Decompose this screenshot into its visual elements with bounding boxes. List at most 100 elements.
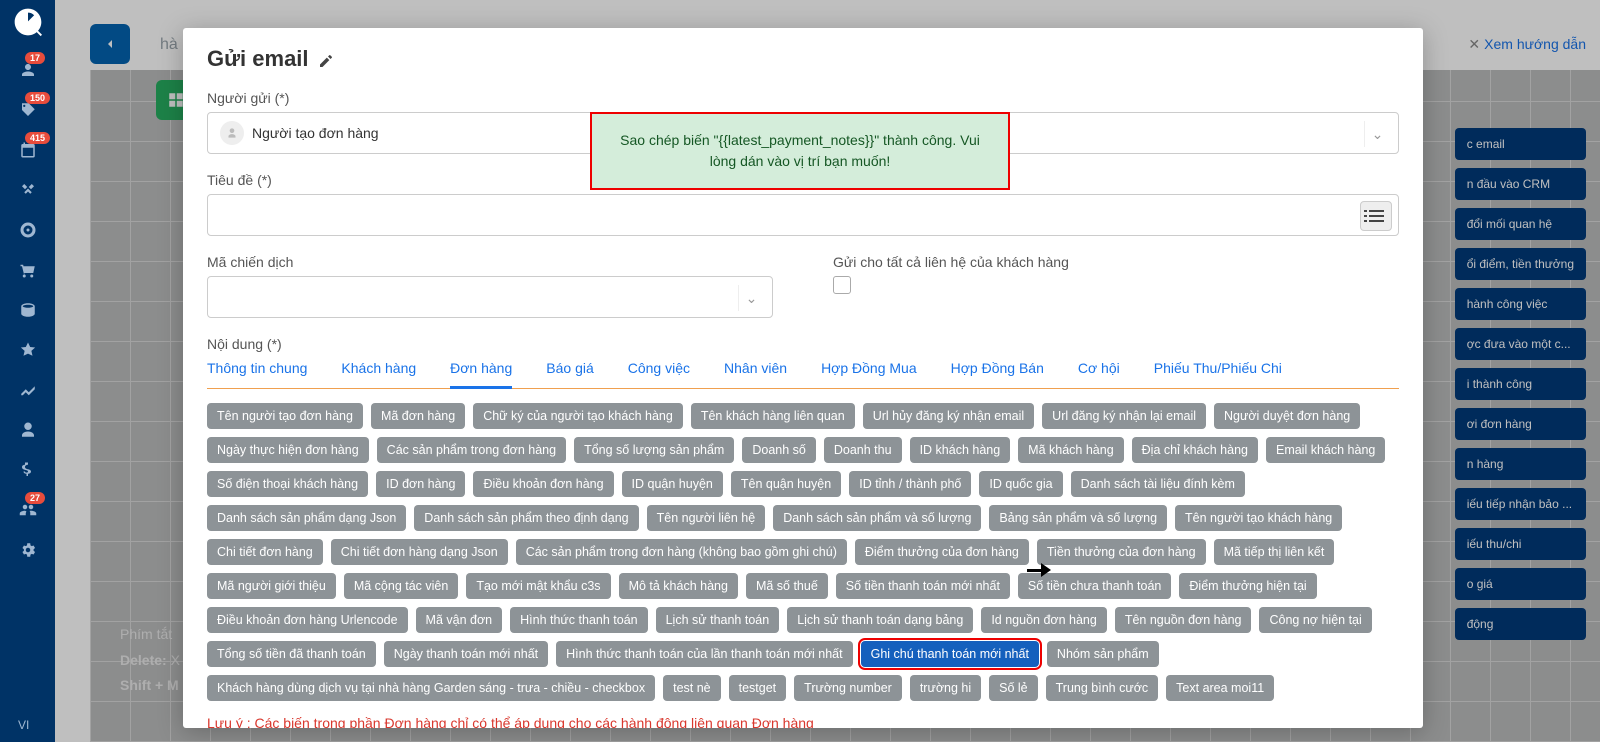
variable-chip[interactable]: Số tiền thanh toán mới nhất	[836, 573, 1010, 599]
variable-chip[interactable]: Mã tiếp thị liên kết	[1214, 539, 1335, 565]
success-toast: Sao chép biến "{{latest_payment_notes}}"…	[590, 112, 1010, 190]
variable-chip[interactable]: Số lẻ	[989, 675, 1038, 701]
variable-chip[interactable]: ID tỉnh / thành phố	[849, 471, 971, 497]
variable-chip[interactable]: Lịch sử thanh toán dạng bảng	[787, 607, 973, 633]
variable-chip[interactable]: Mã vận đơn	[416, 607, 503, 633]
nav-cart-icon[interactable]	[0, 250, 55, 290]
nav-team-icon[interactable]: 27	[0, 490, 55, 530]
variable-chip[interactable]: trường hi	[910, 675, 981, 701]
variable-chip[interactable]: Danh sách sản phẩm theo định dạng	[414, 505, 638, 531]
variable-tab[interactable]: Phiếu Thu/Phiếu Chi	[1154, 360, 1282, 378]
warning-note: Lưu ý : Các biến trong phần Đơn hàng chỉ…	[207, 715, 1399, 728]
subject-input[interactable]	[207, 194, 1399, 236]
variable-chip[interactable]: Mã người giới thiệu	[207, 573, 336, 599]
variable-chip[interactable]: Mã đơn hàng	[371, 403, 465, 429]
variable-chip[interactable]: Tên người tạo đơn hàng	[207, 403, 363, 429]
nav-dollar-icon[interactable]	[0, 450, 55, 490]
variable-chip[interactable]: Địa chỉ khách hàng	[1132, 437, 1258, 463]
app-logo-icon[interactable]	[12, 6, 44, 38]
variable-chip[interactable]: Số điện thoại khách hàng	[207, 471, 368, 497]
variable-chip[interactable]: Danh sách tài liệu đính kèm	[1071, 471, 1245, 497]
variable-chip[interactable]: Mã khách hàng	[1018, 437, 1123, 463]
variable-chip[interactable]: Doanh thu	[824, 437, 902, 463]
variable-chip[interactable]: Người duyệt đơn hàng	[1214, 403, 1360, 429]
avatar-icon	[220, 121, 244, 145]
variable-chip[interactable]: Hình thức thanh toán	[510, 607, 647, 633]
variable-chip[interactable]: Tiền thưởng của đơn hàng	[1037, 539, 1206, 565]
variable-chip[interactable]: Tên người liên hệ	[647, 505, 766, 531]
variable-chip[interactable]: Id nguồn đơn hàng	[981, 607, 1107, 633]
modal-title: Gửi email	[207, 46, 309, 72]
variable-chip[interactable]: Url đăng ký nhận lại email	[1042, 403, 1206, 429]
variable-chip[interactable]: Mô tả khách hàng	[619, 573, 738, 599]
nav-tags-icon[interactable]: 150	[0, 90, 55, 130]
variable-chip[interactable]: Khách hàng dùng dịch vụ tại nhà hàng Gar…	[207, 675, 655, 701]
variable-chip[interactable]: Tổng số lượng sản phẩm	[574, 437, 734, 463]
edit-title-icon[interactable]	[318, 53, 334, 72]
variable-chip[interactable]: Lịch sử thanh toán	[656, 607, 780, 633]
variable-tab[interactable]: Thông tin chung	[207, 360, 307, 378]
chevron-down-icon[interactable]: ⌄	[738, 285, 764, 311]
variable-chip[interactable]: Trung bình cước	[1046, 675, 1159, 701]
variable-chip[interactable]: Doanh số	[742, 437, 816, 463]
variable-chip[interactable]: Email khách hàng	[1266, 437, 1385, 463]
template-picker-icon[interactable]	[1360, 201, 1392, 231]
sendall-checkbox[interactable]	[833, 276, 851, 294]
variable-chip[interactable]: Mã cộng tác viên	[344, 573, 459, 599]
variable-chip[interactable]: Tên người tạo khách hàng	[1175, 505, 1342, 531]
campaign-select[interactable]: ⌄	[207, 276, 773, 318]
variable-chip[interactable]: Bảng sản phẩm và số lượng	[989, 505, 1167, 531]
nav-chart-icon[interactable]	[0, 370, 55, 410]
variable-chip[interactable]: Ngày thanh toán mới nhất	[384, 641, 548, 667]
nav-handshake-icon[interactable]	[0, 170, 55, 210]
variable-chip[interactable]: Các sản phẩm trong đơn hàng (không bao g…	[516, 539, 847, 565]
variable-tab[interactable]: Nhân viên	[724, 360, 787, 378]
variable-chip[interactable]: Mã số thuế	[746, 573, 828, 599]
variable-chip[interactable]: Ghi chú thanh toán mới nhất	[861, 641, 1039, 667]
variable-tab[interactable]: Hợp Đồng Bán	[951, 360, 1044, 378]
variable-chip[interactable]: Ngày thực hiện đơn hàng	[207, 437, 369, 463]
variable-chip[interactable]: Tên nguồn đơn hàng	[1115, 607, 1252, 633]
variable-chip[interactable]: testget	[729, 675, 787, 701]
variable-chip[interactable]: Điểm thưởng hiện tại	[1179, 573, 1316, 599]
variable-chip[interactable]: ID quốc gia	[979, 471, 1062, 497]
variable-chip[interactable]: Nhóm sản phẩm	[1047, 641, 1159, 667]
variable-chip[interactable]: Điều khoản đơn hàng Urlencode	[207, 607, 408, 633]
nav-target-icon[interactable]	[0, 210, 55, 250]
variable-chip[interactable]: Hình thức thanh toán của lần thanh toán …	[556, 641, 852, 667]
variable-tab[interactable]: Đơn hàng	[450, 360, 512, 389]
variable-chip[interactable]: Trường number	[794, 675, 902, 701]
variable-chip[interactable]: ID quận huyện	[622, 471, 723, 497]
variable-chip[interactable]: Công nợ hiện tại	[1259, 607, 1371, 633]
variable-chip[interactable]: ID khách hàng	[910, 437, 1011, 463]
variable-chip[interactable]: Chi tiết đơn hàng	[207, 539, 323, 565]
nav-calendar-icon[interactable]: 415	[0, 130, 55, 170]
variable-chip[interactable]: test nè	[663, 675, 721, 701]
chevron-down-icon[interactable]: ⌄	[1364, 121, 1390, 147]
nav-user-icon[interactable]	[0, 410, 55, 450]
language-indicator[interactable]: VI	[18, 718, 29, 732]
variable-tab[interactable]: Cơ hội	[1078, 360, 1120, 378]
variable-chip[interactable]: Tên quận huyện	[731, 471, 841, 497]
nav-contacts-icon[interactable]: 17	[0, 50, 55, 90]
variable-chip[interactable]: Text area moi11	[1166, 675, 1274, 701]
variable-tab[interactable]: Báo giá	[546, 360, 593, 378]
variable-chip[interactable]: Url hủy đăng ký nhận email	[863, 403, 1034, 429]
nav-star-icon[interactable]	[0, 330, 55, 370]
variable-chip[interactable]: Chữ ký của người tạo khách hàng	[473, 403, 683, 429]
variable-tab[interactable]: Khách hàng	[341, 360, 416, 378]
variable-tab[interactable]: Hợp Đồng Mua	[821, 360, 917, 378]
nav-settings-icon[interactable]	[0, 530, 55, 570]
variable-chip[interactable]: Điểm thưởng của đơn hàng	[855, 539, 1029, 565]
variable-chip[interactable]: Chi tiết đơn hàng dạng Json	[331, 539, 508, 565]
variable-chip[interactable]: ID đơn hàng	[376, 471, 465, 497]
variable-chip[interactable]: Điều khoản đơn hàng	[473, 471, 613, 497]
variable-chip[interactable]: Danh sách sản phẩm và số lượng	[773, 505, 981, 531]
variable-chip[interactable]: Tạo mới mật khẩu c3s	[466, 573, 610, 599]
variable-chip[interactable]: Tên khách hàng liên quan	[691, 403, 855, 429]
variable-tab[interactable]: Công việc	[628, 360, 690, 378]
variable-chip[interactable]: Tổng số tiền đã thanh toán	[207, 641, 376, 667]
nav-coins-icon[interactable]	[0, 290, 55, 330]
variable-chip[interactable]: Danh sách sản phẩm dạng Json	[207, 505, 406, 531]
variable-chip[interactable]: Các sản phẩm trong đơn hàng	[377, 437, 566, 463]
